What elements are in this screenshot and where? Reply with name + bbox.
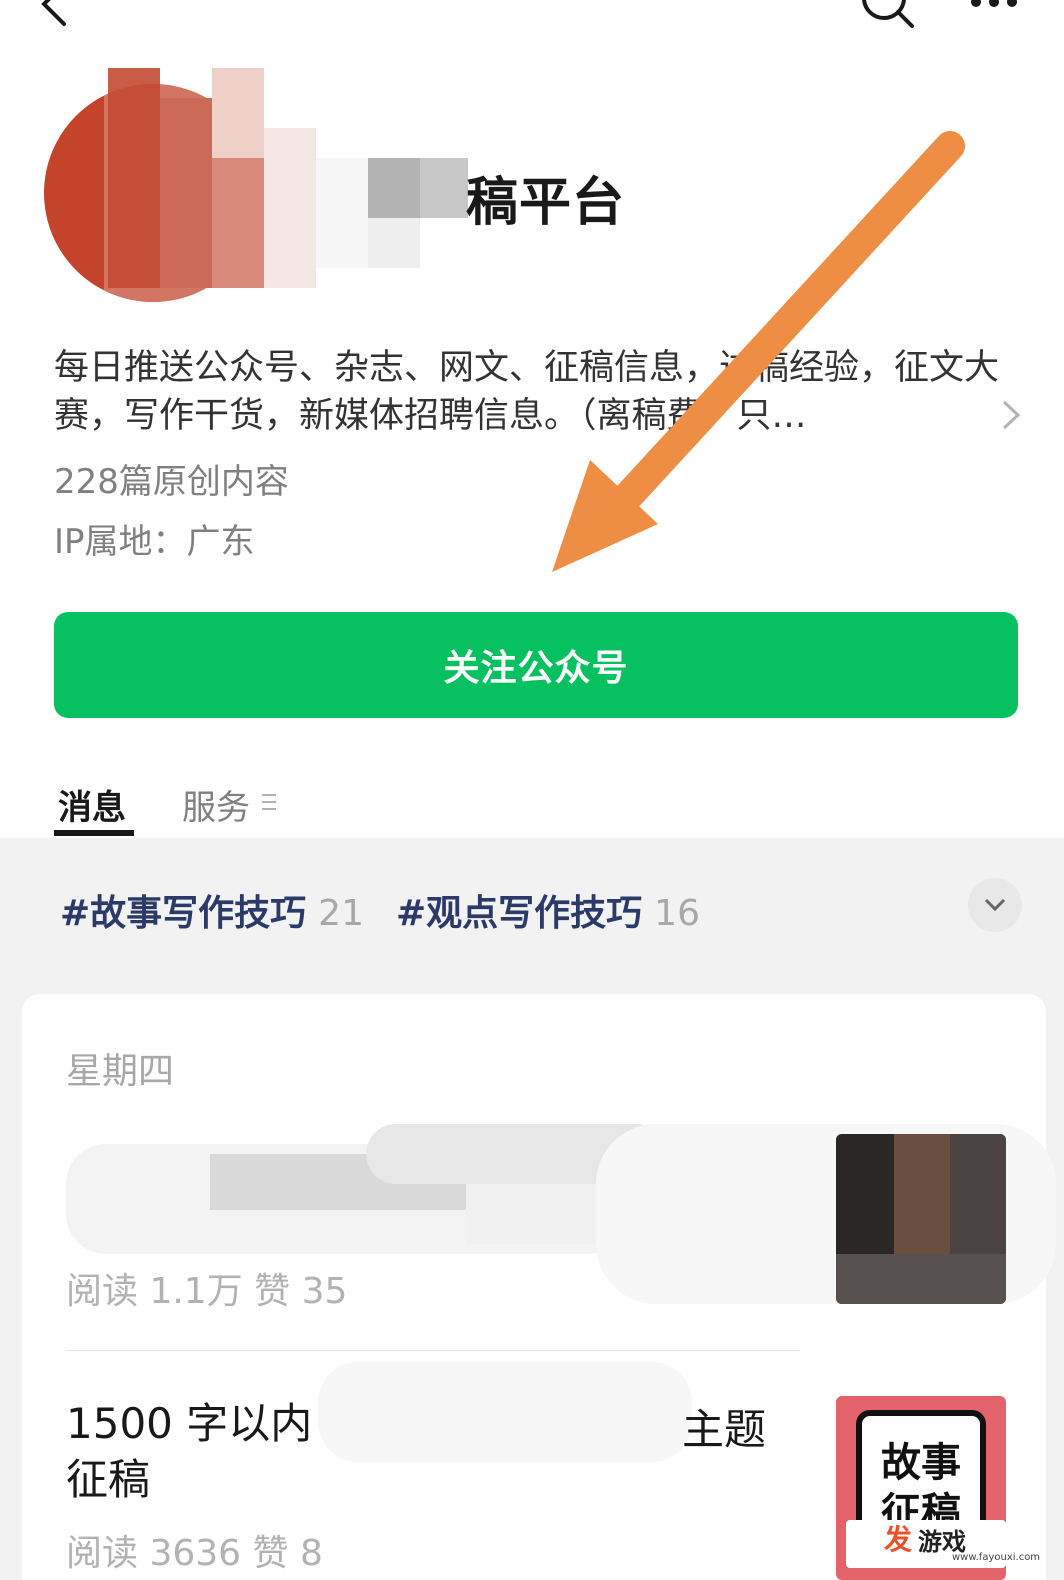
expand-tags-button[interactable] [968, 878, 1022, 932]
watermark-fa: 发 [884, 1523, 913, 1556]
day-label: 星期四 [66, 1051, 175, 1092]
top-bar [0, 0, 1064, 40]
more-dots-icon[interactable] [964, 0, 1024, 20]
tag-opinion-writing[interactable]: #观点写作技巧 16 [396, 884, 700, 936]
divider [66, 1350, 800, 1351]
tab-services[interactable]: 服务 [182, 780, 250, 829]
article-title-suffix: 主题 [682, 1405, 767, 1454]
tab-messages[interactable]: 消息 [58, 780, 126, 829]
follow-button[interactable]: 关注公众号 [54, 612, 1018, 718]
title-mosaic [318, 1362, 692, 1462]
menu-icon [262, 794, 276, 810]
article-meta: 阅读 1.1万 赞 35 [66, 1271, 348, 1312]
tab-underline [54, 830, 134, 836]
article-meta: 阅读 3636 赞 8 [66, 1533, 323, 1574]
ip-location: IP属地：广东 [54, 522, 255, 562]
chevron-down-icon [984, 898, 1006, 912]
article-thumbnail[interactable] [836, 1134, 1006, 1304]
search-icon[interactable] [856, 0, 916, 32]
watermark-url: www.fayouxi.com [952, 1552, 1041, 1563]
name-mosaic [108, 68, 468, 288]
chevron-left-icon[interactable] [28, 0, 78, 30]
arrow-annotation-icon [552, 131, 965, 572]
tag-story-writing[interactable]: #故事写作技巧 21 [60, 884, 364, 936]
original-count[interactable]: 228篇原创内容 [54, 454, 289, 503]
chevron-right-icon[interactable] [996, 398, 1026, 432]
